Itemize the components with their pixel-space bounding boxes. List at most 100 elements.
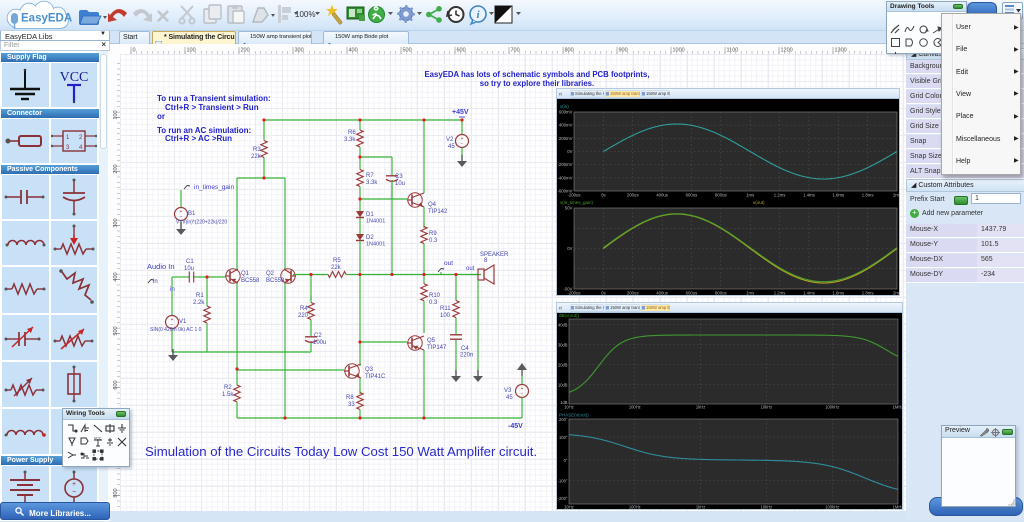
svg-text:−: − — [72, 489, 76, 496]
svg-text:V=V(in)*(220+22k)/220: V=V(in)*(220+22k)/220 — [176, 220, 227, 226]
svg-text:200°: 200° — [559, 417, 568, 422]
svg-text:1.8ms: 1.8ms — [862, 291, 874, 296]
svg-text:4: 4 — [79, 145, 83, 151]
svg-text:R6: R6 — [348, 130, 356, 136]
svg-text:R9: R9 — [429, 231, 437, 237]
svg-text:BC558: BC558 — [266, 278, 285, 284]
svg-text:3.3k: 3.3k — [344, 137, 356, 143]
svg-text:VCC: VCC — [60, 70, 89, 85]
svg-text:800us: 800us — [715, 193, 727, 198]
svg-text:100kHz: 100kHz — [825, 405, 839, 410]
svg-text:0V: 0V — [567, 149, 572, 154]
svg-text:v(in_times_gain): v(in_times_gain) — [560, 200, 594, 205]
svg-text:-100°: -100° — [558, 478, 568, 483]
svg-text:100Hz: 100Hz — [629, 505, 641, 510]
svg-text:220n: 220n — [460, 353, 473, 359]
svg-text:1MHz: 1MHz — [893, 405, 902, 410]
svg-text:1.2ms: 1.2ms — [774, 291, 786, 296]
svg-text:1000: 1000 — [673, 48, 685, 54]
svg-text:1kHz: 1kHz — [696, 405, 705, 410]
svg-text:Q4: Q4 — [428, 202, 437, 208]
svg-text:or: or — [157, 112, 165, 121]
svg-text:1MHz: 1MHz — [893, 505, 902, 510]
svg-text:200: 200 — [241, 48, 250, 54]
svg-text:Q2: Q2 — [266, 271, 275, 277]
svg-text:1N4001: 1N4001 — [366, 219, 385, 225]
svg-text:R10: R10 — [429, 293, 441, 299]
svg-text:R5: R5 — [333, 258, 341, 264]
svg-text:10u: 10u — [395, 181, 405, 187]
svg-text:R2: R2 — [224, 385, 232, 391]
svg-text:1.5k: 1.5k — [222, 392, 234, 398]
svg-text:v(in): v(in) — [560, 104, 569, 109]
svg-text:33: 33 — [348, 402, 355, 408]
svg-text:C1: C1 — [186, 259, 194, 265]
svg-text:40dB: 40dB — [558, 322, 568, 327]
svg-text:C4: C4 — [461, 346, 469, 352]
svg-text:100: 100 — [187, 48, 196, 54]
svg-text:45: 45 — [448, 144, 455, 150]
svg-text:30dB: 30dB — [558, 342, 568, 347]
svg-text:V3: V3 — [504, 388, 512, 394]
svg-text:200: 200 — [113, 164, 119, 173]
svg-text:10dB: 10dB — [558, 382, 568, 387]
svg-text:1.2ms: 1.2ms — [774, 193, 786, 198]
svg-text:-200°: -200° — [558, 496, 568, 501]
svg-text:10u: 10u — [184, 266, 194, 272]
svg-text:TIP41C: TIP41C — [365, 374, 386, 380]
svg-text:100: 100 — [440, 313, 451, 319]
svg-text:1: 1 — [66, 135, 70, 141]
svg-text:1300: 1300 — [835, 48, 847, 54]
svg-text:100kHz: 100kHz — [825, 505, 839, 510]
svg-text:R7: R7 — [366, 173, 374, 179]
svg-text:EasyEDA has lots of schematic: EasyEDA has lots of schematic symbols an… — [424, 70, 649, 79]
svg-text:R4: R4 — [300, 306, 308, 312]
svg-text:200us: 200us — [627, 193, 639, 198]
svg-text:R11: R11 — [440, 306, 451, 312]
svg-text:100: 100 — [113, 110, 119, 119]
svg-text:−: − — [461, 142, 464, 148]
svg-text:PHASE(v(out)): PHASE(v(out)) — [559, 413, 589, 418]
svg-text:700: 700 — [511, 48, 520, 54]
svg-text:0.3: 0.3 — [429, 300, 438, 306]
svg-text:Q3: Q3 — [365, 367, 374, 373]
svg-text:2ms: 2ms — [893, 291, 899, 296]
svg-text:1200: 1200 — [781, 48, 793, 54]
svg-text:D2: D2 — [366, 235, 374, 241]
svg-text:1.4ms: 1.4ms — [803, 193, 815, 198]
svg-text:400: 400 — [349, 48, 358, 54]
svg-text:8: 8 — [484, 258, 488, 264]
svg-text:50V: 50V — [565, 206, 573, 211]
svg-text:100u: 100u — [313, 340, 326, 346]
svg-text:in: in — [170, 287, 175, 293]
svg-text:EasyEDA: EasyEDA — [21, 13, 72, 25]
svg-text:2.2k: 2.2k — [193, 300, 205, 306]
svg-text:Q5: Q5 — [427, 338, 436, 344]
svg-text:400us: 400us — [656, 193, 668, 198]
svg-text:3.3k: 3.3k — [366, 180, 378, 186]
svg-text:1.8ms: 1.8ms — [862, 193, 874, 198]
svg-text:1.4ms: 1.4ms — [803, 291, 815, 296]
svg-text:22k: 22k — [331, 265, 342, 271]
svg-text:SIN(0 420m 0k) AC 1 0: SIN(0 420m 0k) AC 1 0 — [150, 327, 202, 333]
svg-text:0V: 0V — [567, 246, 572, 251]
svg-text:0s: 0s — [601, 193, 606, 198]
svg-text:Ctrl+R > AC >Run: Ctrl+R > AC >Run — [165, 134, 232, 143]
svg-text:45: 45 — [506, 395, 513, 401]
svg-text:Ctrl+R > Transient > Run: Ctrl+R > Transient > Run — [165, 103, 259, 112]
svg-text:✕: ✕ — [155, 7, 171, 28]
svg-text:600us: 600us — [686, 291, 698, 296]
svg-text:Q1: Q1 — [241, 271, 250, 277]
svg-text:C3: C3 — [395, 174, 403, 180]
svg-text:-200us: -200us — [567, 291, 580, 296]
svg-text:0s: 0s — [601, 291, 606, 296]
svg-text:TIP147: TIP147 — [427, 345, 447, 351]
svg-text:2ms: 2ms — [893, 193, 899, 198]
svg-text:-200us: -200us — [567, 193, 580, 198]
svg-text:v(out): v(out) — [753, 200, 765, 205]
svg-text:so try to explore their librar: so try to explore their libraries. — [480, 79, 594, 88]
svg-text:1100: 1100 — [727, 48, 739, 54]
svg-text:800us: 800us — [715, 291, 727, 296]
svg-text:0°: 0° — [564, 458, 568, 463]
svg-text:1.6ms: 1.6ms — [832, 291, 844, 296]
